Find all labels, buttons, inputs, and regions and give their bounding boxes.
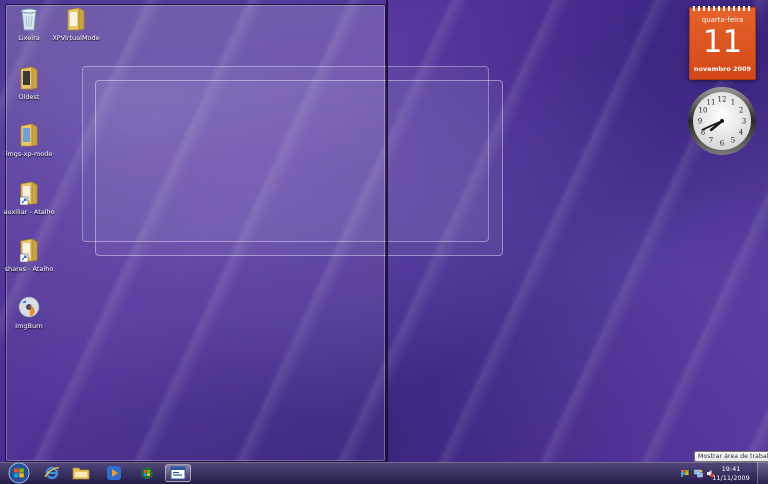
desktop-icon-label: XPVirtualMode bbox=[52, 34, 100, 42]
action-center-flag-icon[interactable] bbox=[681, 469, 690, 478]
clock-number: 12 bbox=[718, 96, 727, 104]
clock-number: 11 bbox=[707, 98, 716, 106]
clock-center bbox=[720, 119, 724, 123]
desktop-icon-imgs-xp-mode[interactable]: imgs-xp-mode bbox=[2, 122, 56, 158]
clock-number: 10 bbox=[698, 107, 707, 115]
tray-date: 11/11/2009 bbox=[712, 474, 750, 482]
taskbar-media-center[interactable] bbox=[134, 464, 160, 482]
desktop-icon-oldest[interactable]: Oldest bbox=[2, 65, 56, 101]
folder-icon bbox=[67, 7, 85, 31]
tray-clock[interactable]: 19:41 11/11/2009 bbox=[708, 465, 754, 483]
clock-number: 2 bbox=[739, 107, 743, 115]
clock-number: 7 bbox=[709, 137, 713, 145]
folder-shortcut-icon bbox=[19, 238, 38, 263]
taskbar-windows-explorer[interactable] bbox=[68, 464, 94, 482]
taskbar-internet-explorer[interactable] bbox=[39, 464, 65, 482]
window-ghost-frame-inner bbox=[95, 80, 503, 256]
desktop-icon-shares-atalho[interactable]: shares - Atalho bbox=[2, 237, 56, 273]
internet-explorer-icon bbox=[44, 466, 60, 480]
show-desktop-button[interactable] bbox=[757, 462, 768, 484]
folder-icon bbox=[72, 467, 90, 480]
clock-number: 5 bbox=[731, 137, 735, 145]
clock-number: 4 bbox=[739, 129, 744, 137]
clock-number: 6 bbox=[720, 140, 725, 148]
desktop-icon-label: shares - Atalho bbox=[4, 265, 54, 273]
media-center-icon bbox=[141, 467, 153, 479]
desktop-icon-auxiliar-atalho[interactable]: auxiliar - Atalho bbox=[2, 180, 56, 216]
calendar-gadget[interactable]: quarta-feira 11 novembro 2009 bbox=[689, 6, 756, 80]
calendar-rings bbox=[693, 6, 752, 11]
taskbar-media-player[interactable] bbox=[101, 464, 127, 482]
desktop-icon-imgburn[interactable]: ImgBurn bbox=[2, 294, 56, 330]
clock-gadget[interactable]: 12 1234567891011 bbox=[687, 86, 757, 156]
clock-number: 3 bbox=[742, 118, 746, 126]
calendar-weekday: quarta-feira bbox=[701, 16, 744, 24]
network-icon[interactable] bbox=[694, 469, 703, 478]
desktop-icon-recycle-bin[interactable]: Lixeira bbox=[2, 6, 56, 42]
recycle-bin-icon bbox=[21, 8, 37, 31]
calendar-month-year: novembro 2009 bbox=[693, 65, 752, 73]
imgburn-icon bbox=[18, 296, 40, 318]
desktop-icon-label: Oldest bbox=[18, 93, 40, 101]
desktop-icon-xpvirtualmode[interactable]: XPVirtualMode bbox=[49, 6, 103, 42]
window-icon bbox=[170, 466, 186, 480]
clock-number: 1 bbox=[731, 98, 735, 106]
desktop-icon-label: ImgBurn bbox=[15, 322, 43, 330]
start-button[interactable] bbox=[6, 462, 32, 484]
clock-number: 9 bbox=[698, 118, 702, 126]
snap-divider bbox=[386, 0, 388, 462]
folder-icon bbox=[20, 66, 38, 90]
tray-time: 19:41 bbox=[721, 465, 741, 473]
desktop-icon-label: imgs-xp-mode bbox=[5, 150, 53, 158]
taskbar-xp-mode-window[interactable] bbox=[165, 464, 191, 482]
folder-shortcut-icon bbox=[19, 181, 38, 206]
calendar-day: 11 bbox=[702, 24, 743, 60]
desktop-icon-label: Lixeira bbox=[18, 34, 40, 42]
folder-icon bbox=[20, 123, 38, 147]
media-player-icon bbox=[107, 466, 121, 480]
desktop-icon-label: auxiliar - Atalho bbox=[3, 208, 55, 216]
show-desktop-tooltip: Mostrar área de trabalho bbox=[694, 451, 768, 462]
